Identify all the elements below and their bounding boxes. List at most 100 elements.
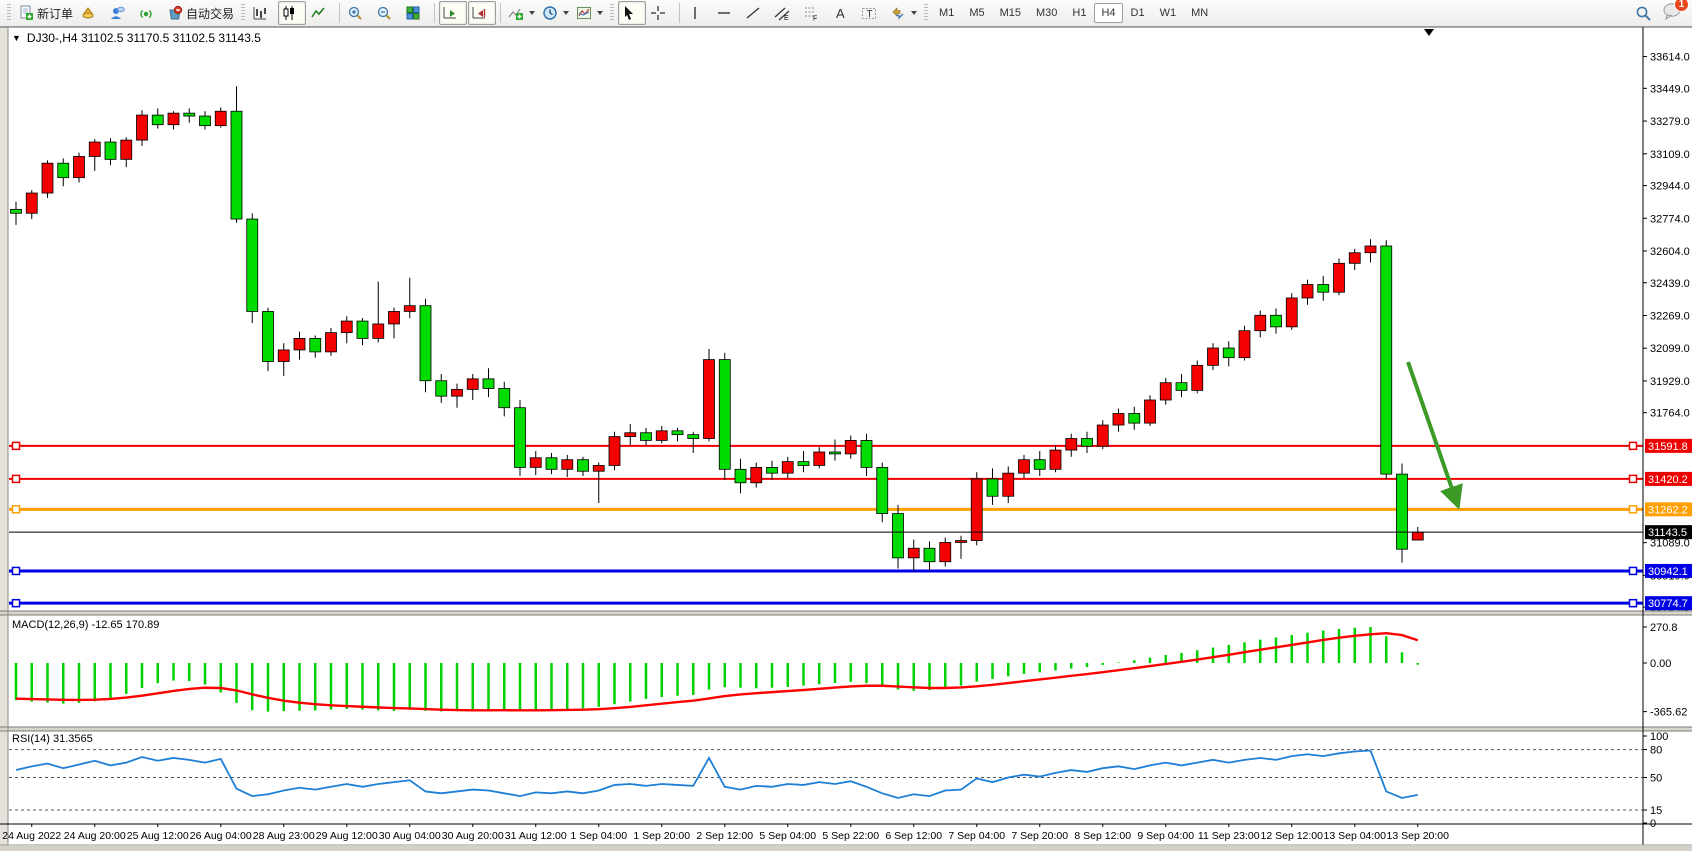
candle-body	[11, 209, 22, 213]
templates-dropdown-caret[interactable]	[597, 11, 603, 15]
cursor-tool-button[interactable]	[618, 1, 646, 25]
toolbar-grip[interactable]	[7, 4, 11, 22]
line-handle[interactable]	[13, 567, 20, 574]
time-label[interactable]: 29 Aug 12:00	[316, 830, 378, 842]
price-line-label-text: 31591.8	[1648, 441, 1688, 453]
candle-body	[530, 458, 541, 468]
candlestick-mode-button[interactable]	[278, 1, 306, 25]
arrows-dropdown-caret[interactable]	[911, 11, 917, 15]
pane-separator[interactable]	[0, 611, 1692, 615]
symbol-dropdown-arrow[interactable]: ▼	[12, 33, 21, 43]
time-label[interactable]: 1 Sep 04:00	[570, 830, 627, 842]
periods-dropdown-caret[interactable]	[563, 11, 569, 15]
line-handle[interactable]	[1630, 567, 1637, 574]
line-handle[interactable]	[1630, 442, 1637, 449]
toolbar-grip[interactable]	[610, 4, 614, 22]
time-label[interactable]: 24 Aug 2022	[2, 830, 61, 842]
time-label[interactable]: 30 Aug 04:00	[379, 830, 441, 842]
price-tick-label: 32099.0	[1650, 343, 1690, 355]
timeframe-h1[interactable]: H1	[1065, 3, 1093, 23]
line-handle[interactable]	[13, 442, 20, 449]
text-label-icon: T	[861, 5, 877, 21]
text-icon: A	[832, 5, 848, 21]
candle-body	[893, 514, 904, 558]
indicators-dropdown-caret[interactable]	[529, 11, 535, 15]
timeframe-m30[interactable]: M30	[1029, 3, 1064, 23]
toolbar-grip[interactable]	[241, 4, 245, 22]
timeframe-h4[interactable]: H4	[1094, 3, 1122, 23]
templates-button[interactable]	[573, 1, 606, 25]
toolbar-grip[interactable]	[924, 4, 928, 22]
time-label[interactable]: 12 Sep 12:00	[1261, 830, 1324, 842]
indicators-button[interactable]	[505, 1, 538, 25]
time-label[interactable]: 13 Sep 20:00	[1387, 830, 1450, 842]
line-handle[interactable]	[13, 600, 20, 607]
time-label[interactable]: 5 Sep 04:00	[759, 830, 816, 842]
signals-button[interactable]	[135, 1, 163, 25]
auto-scroll-button[interactable]	[439, 1, 467, 25]
candle-body	[1192, 365, 1203, 390]
line-handle[interactable]	[1630, 506, 1637, 513]
cursor-icon	[621, 5, 637, 21]
text-tool-button[interactable]: A	[829, 1, 857, 25]
time-label[interactable]: 26 Aug 04:00	[190, 830, 252, 842]
vertical-line-tool-button[interactable]	[684, 1, 712, 25]
fibonacci-tool-button[interactable]: F	[800, 1, 828, 25]
rsi-axis-label: 50	[1650, 773, 1662, 785]
horizontal-line-tool-button[interactable]	[713, 1, 741, 25]
notifications-button[interactable]: 1	[1662, 2, 1682, 25]
timeframe-d1[interactable]: D1	[1124, 3, 1152, 23]
search-icon[interactable]	[1635, 5, 1652, 22]
chart-canvas[interactable]: 33614.033449.033279.033109.032944.032774…	[0, 0, 1692, 851]
time-label[interactable]: 25 Aug 12:00	[127, 830, 189, 842]
timeframe-m5[interactable]: M5	[962, 3, 991, 23]
candle-body	[641, 433, 652, 441]
market-button[interactable]	[77, 1, 105, 25]
notification-badge: 1	[1674, 0, 1689, 12]
line-chart-mode-button[interactable]	[307, 1, 335, 25]
price-tick-label: 32944.0	[1650, 181, 1690, 193]
crosshair-tool-button[interactable]	[647, 1, 675, 25]
candle-body	[26, 193, 37, 213]
time-label[interactable]: 1 Sep 20:00	[633, 830, 690, 842]
channel-tool-button[interactable]: E	[771, 1, 799, 25]
pane-separator[interactable]	[0, 727, 1692, 731]
time-label[interactable]: 9 Sep 04:00	[1137, 830, 1194, 842]
time-label[interactable]: 28 Aug 23:00	[253, 830, 315, 842]
line-handle[interactable]	[1630, 600, 1637, 607]
timeframe-m15[interactable]: M15	[993, 3, 1028, 23]
time-label[interactable]: 7 Sep 04:00	[948, 830, 1005, 842]
line-handle[interactable]	[13, 475, 20, 482]
time-label[interactable]: 7 Sep 20:00	[1011, 830, 1068, 842]
tile-windows-button[interactable]	[402, 1, 430, 25]
community-button[interactable]	[106, 1, 134, 25]
time-label[interactable]: 11 Sep 23:00	[1198, 830, 1260, 842]
zoom-out-button[interactable]	[373, 1, 401, 25]
periods-button[interactable]	[539, 1, 572, 25]
timeframe-w1[interactable]: W1	[1153, 3, 1184, 23]
arrows-tool-button[interactable]	[887, 1, 920, 25]
line-handle[interactable]	[13, 506, 20, 513]
equidistant-channel-icon: E	[774, 5, 790, 21]
time-label[interactable]: 13 Sep 04:00	[1324, 830, 1387, 842]
trendline-tool-button[interactable]	[742, 1, 770, 25]
time-label[interactable]: 30 Aug 20:00	[442, 830, 504, 842]
candle-body	[1097, 425, 1108, 446]
time-label[interactable]: 31 Aug 12:00	[505, 830, 567, 842]
chart-shift-button[interactable]	[468, 1, 496, 25]
timeframe-m1[interactable]: M1	[932, 3, 961, 23]
time-label[interactable]: 24 Aug 20:00	[64, 830, 126, 842]
candle-body	[1113, 413, 1124, 425]
new-order-button[interactable]: 新订单	[15, 1, 76, 25]
zoom-in-button[interactable]	[344, 1, 372, 25]
candle-body	[121, 140, 132, 159]
line-handle[interactable]	[1630, 475, 1637, 482]
time-label[interactable]: 2 Sep 12:00	[696, 830, 753, 842]
auto-trading-button[interactable]: 自动交易	[164, 1, 237, 25]
time-label[interactable]: 6 Sep 12:00	[885, 830, 942, 842]
text-label-tool-button[interactable]: T	[858, 1, 886, 25]
timeframe-mn[interactable]: MN	[1184, 3, 1215, 23]
time-label[interactable]: 5 Sep 22:00	[822, 830, 879, 842]
bar-chart-mode-button[interactable]	[249, 1, 277, 25]
time-label[interactable]: 8 Sep 12:00	[1074, 830, 1131, 842]
